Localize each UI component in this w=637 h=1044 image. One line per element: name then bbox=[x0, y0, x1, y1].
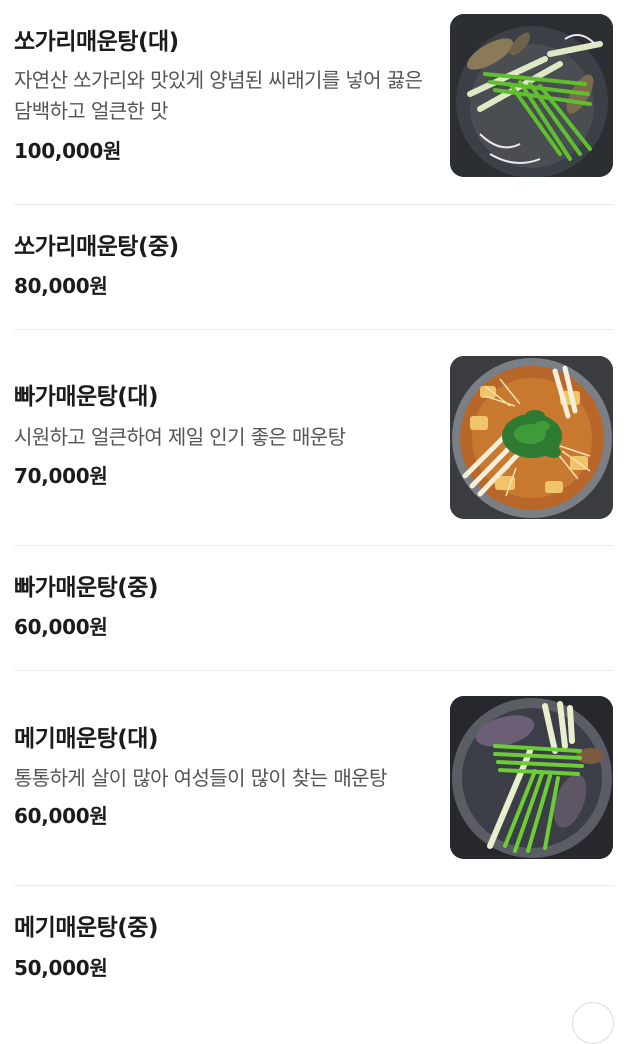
menu-item-name: 쏘가리매운탕(대) bbox=[14, 29, 179, 55]
catfish-stew-photo-icon[interactable] bbox=[450, 356, 613, 519]
menu-item-name: 빠가매운탕(대) bbox=[14, 384, 158, 410]
menu-item[interactable]: 빠가매운탕(중) 60,000원 bbox=[14, 546, 613, 670]
menu-item-price: 60,000원 bbox=[14, 804, 108, 828]
menu-item-price: 70,000원 bbox=[14, 464, 108, 488]
scroll-top-button[interactable] bbox=[572, 1002, 614, 1044]
menu-item[interactable]: 메기매운탕(대) 통통하게 살이 많아 여성들이 많이 찾는 매운탕 60,00… bbox=[14, 671, 613, 885]
menu-item-name: 메기매운탕(대) bbox=[14, 726, 158, 752]
menu-item[interactable]: 쏘가리매운탕(대) 자연산 쏘가리와 맛있게 양념된 씨래기를 넣어 끓은 담백… bbox=[14, 0, 613, 204]
catfish-spicy-stew-photo-icon[interactable] bbox=[450, 696, 613, 859]
menu-item-price: 60,000원 bbox=[14, 615, 108, 639]
menu-item-price: 100,000원 bbox=[14, 139, 122, 163]
menu-item-description: 통통하게 살이 많아 여성들이 많이 찾는 매운탕 bbox=[14, 766, 387, 790]
menu-item[interactable]: 메기매운탕(중) 50,000원 bbox=[14, 886, 613, 1009]
menu-item-price: 80,000원 bbox=[14, 274, 108, 298]
menu-item[interactable]: 빠가매운탕(대) 시원하고 얼큰하여 제일 인기 좋은 매운탕 70,000원 bbox=[14, 330, 613, 545]
menu-item-name: 빠가매운탕(중) bbox=[14, 575, 158, 601]
menu-item-name: 메기매운탕(중) bbox=[14, 915, 158, 941]
menu-item-name: 쏘가리매운탕(중) bbox=[14, 234, 179, 260]
menu-item[interactable]: 쏘가리매운탕(중) 80,000원 bbox=[14, 205, 613, 329]
fish-stew-photo-icon[interactable] bbox=[450, 14, 613, 177]
menu-item-description: 자연산 쏘가리와 맛있게 양념된 씨래기를 넣어 끓은 담백하고 얼큰한 맛 bbox=[14, 68, 423, 123]
menu-item-price: 50,000원 bbox=[14, 956, 108, 980]
menu-item-description: 시원하고 얼큰하여 제일 인기 좋은 매운탕 bbox=[14, 425, 346, 449]
